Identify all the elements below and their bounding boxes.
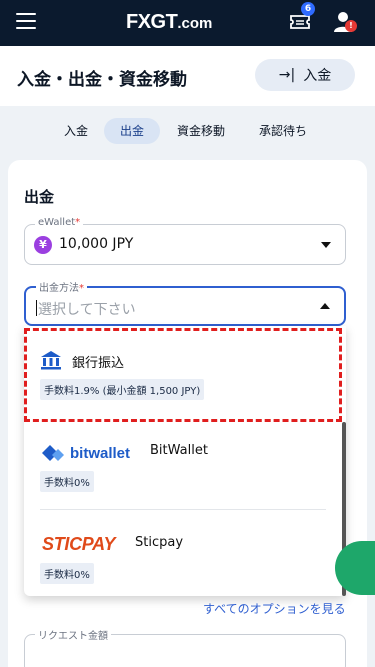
top-bar: FXGT.com 6 ! xyxy=(0,0,375,46)
see-all-options-link[interactable]: すべてのオプションを見る xyxy=(203,600,346,617)
tab-withdraw[interactable]: 出金 xyxy=(104,118,160,144)
withdraw-method-dropdown: 銀行振込 手数料1.9% (最小金額 1,500 JPY) bitwallet … xyxy=(24,326,346,596)
tab-pending-approval[interactable]: 承認待ち xyxy=(250,118,316,144)
chevron-up-icon xyxy=(320,303,330,309)
deposit-button[interactable]: →| 入金 xyxy=(255,59,355,91)
withdraw-method-select[interactable]: 出金方法* 選択して下さい xyxy=(24,279,346,326)
option-bank-transfer-fee: 手数料1.9% (最小金額 1,500 JPY) xyxy=(40,379,205,400)
tab-deposit[interactable]: 入金 xyxy=(56,118,96,144)
option-sticpay-name: Sticpay xyxy=(135,535,184,550)
option-bitwallet-name: BitWallet xyxy=(150,443,208,458)
bitwallet-logo: bitwallet xyxy=(40,443,130,463)
bank-icon xyxy=(41,351,61,370)
yen-icon: ¥ xyxy=(34,236,52,254)
page-title: 入金・出金・資金移動 xyxy=(17,70,187,90)
ewallet-value: 10,000 JPY xyxy=(59,236,134,252)
tab-fund-transfer[interactable]: 資金移動 xyxy=(168,118,234,144)
withdraw-method-label: 出金方法 xyxy=(39,283,79,294)
sticpay-logo: STICPAY xyxy=(42,534,116,554)
user-alert-badge: ! xyxy=(345,20,357,32)
option-bitwallet[interactable] xyxy=(24,422,346,510)
ewallet-label: eWallet xyxy=(38,217,76,228)
request-amount-label: リクエスト金額 xyxy=(35,627,111,642)
tab-bar: 入金 出金 資金移動 承認待ち xyxy=(0,118,375,144)
deposit-button-label: 入金 xyxy=(303,68,332,84)
withdraw-title: 出金 xyxy=(24,188,55,206)
bitwallet-logo-icon xyxy=(42,445,64,461)
arrow-in-icon: →| xyxy=(278,67,296,83)
request-amount-field[interactable]: リクエスト金額 xyxy=(24,627,346,667)
menu-icon[interactable] xyxy=(16,12,36,30)
fxgt-logo[interactable]: FXGT.com xyxy=(126,11,212,34)
chevron-down-icon xyxy=(321,242,331,248)
option-sticpay-fee: 手数料0% xyxy=(40,563,94,584)
bitwallet-logo-text: bitwallet xyxy=(70,444,131,462)
withdraw-method-placeholder: 選択して下さい xyxy=(36,299,136,319)
page-header: 入金・出金・資金移動 →| 入金 xyxy=(0,46,375,106)
option-bank-transfer-name: 銀行振込 xyxy=(72,356,125,371)
ewallet-select[interactable]: eWallet* ¥ 10,000 JPY xyxy=(24,217,346,265)
ticket-count-badge: 6 xyxy=(301,2,315,16)
option-bitwallet-fee: 手数料0% xyxy=(40,471,94,492)
option-bank-transfer[interactable]: 銀行振込 手数料1.9% (最小金額 1,500 JPY) xyxy=(24,326,346,422)
